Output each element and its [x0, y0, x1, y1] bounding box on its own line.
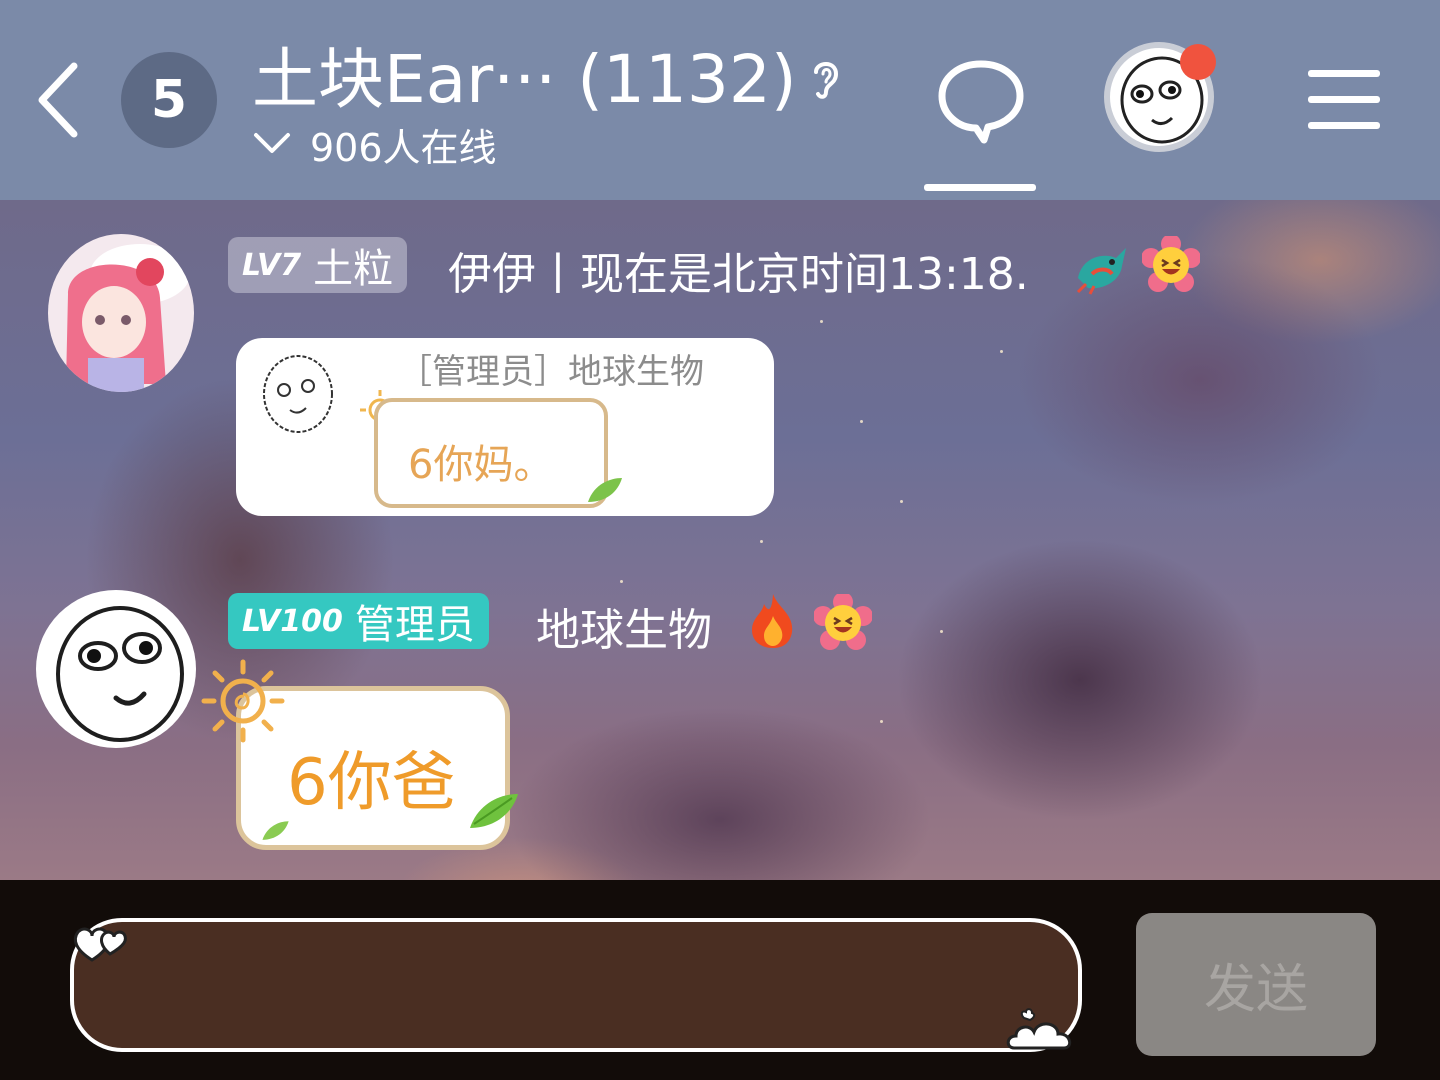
- heart-doodle-icon: [73, 927, 127, 962]
- dragon-icon: [1076, 248, 1126, 295]
- active-tab-indicator: [924, 184, 1036, 191]
- level-label: LV100: [242, 603, 343, 639]
- menu-icon[interactable]: [1306, 66, 1382, 132]
- anime-girl-avatar-icon: [66, 244, 190, 392]
- online-status-toggle[interactable]: 906人在线: [252, 118, 497, 170]
- level-tag: LV7 土粒: [228, 237, 408, 293]
- group-title[interactable]: 土块Ear··· (1132): [252, 40, 797, 120]
- rank-label: 土粒: [313, 246, 394, 292]
- unread-count-badge[interactable]: 5: [121, 52, 217, 148]
- chevron-down-icon: [254, 133, 290, 153]
- fire-icon: [752, 594, 793, 648]
- sender-avatar[interactable]: [48, 234, 194, 392]
- online-count: 906人在线: [310, 125, 497, 170]
- leaf-icon: [588, 478, 622, 502]
- ear-icon[interactable]: [806, 56, 846, 102]
- chat-bubble-icon[interactable]: [936, 56, 1026, 144]
- message-input[interactable]: [70, 918, 1082, 1052]
- leaf-icon: [262, 821, 289, 840]
- notification-dot: [1180, 44, 1216, 80]
- back-button[interactable]: [30, 58, 94, 142]
- chat-header: 5 土块Ear··· (1132) 906人在线: [0, 0, 1440, 200]
- level-tag: LV100 管理员: [228, 593, 489, 649]
- sun-icon: [201, 659, 285, 743]
- image-caption: ［管理员］地球生物: [398, 352, 704, 392]
- meme-face-icon: [56, 606, 184, 742]
- quoted-text: 6你妈。: [408, 442, 554, 488]
- send-button[interactable]: 发送: [1136, 913, 1376, 1056]
- sender-name[interactable]: 伊伊丨现在是北京时间13:18.: [448, 238, 1029, 302]
- meme-face-icon: [263, 355, 333, 433]
- sender-name[interactable]: 地球生物: [536, 594, 712, 658]
- chevron-left-icon: [38, 62, 78, 138]
- quoted-bubble: 6你妈。: [374, 398, 608, 508]
- leaf-icon: [470, 794, 518, 828]
- cloud-doodle-icon: [1006, 1008, 1072, 1050]
- image-message[interactable]: ［管理员］地球生物 6你妈。: [236, 338, 774, 516]
- chat-background: [0, 200, 1440, 880]
- laughing-flower-icon: [814, 594, 872, 650]
- level-label: LV7: [242, 247, 302, 283]
- rank-label: 管理员: [354, 602, 475, 648]
- message-text: 6你爸: [287, 746, 456, 820]
- laughing-flower-icon: [1142, 236, 1200, 292]
- sender-avatar[interactable]: [36, 590, 196, 748]
